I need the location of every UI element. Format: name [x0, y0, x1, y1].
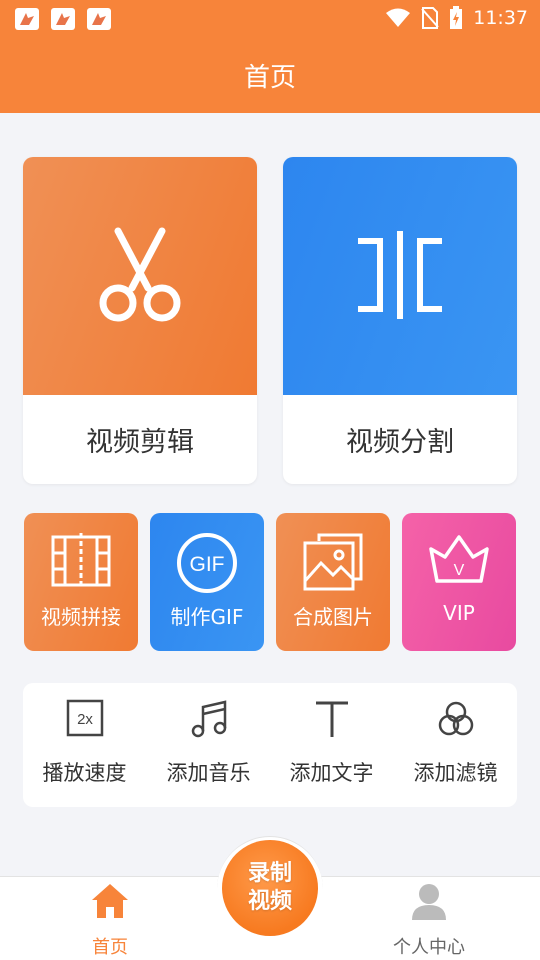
- notification-icon: [15, 8, 39, 30]
- video-splice-button[interactable]: 视频拼接: [24, 513, 138, 651]
- notification-icon: [87, 8, 111, 30]
- svg-text:2x: 2x: [77, 711, 93, 728]
- image-stack-icon: [303, 533, 363, 591]
- home-icon: [92, 884, 128, 918]
- video-split-label: 视频分割: [346, 427, 454, 458]
- no-sim-icon: [421, 7, 439, 29]
- clock: 11:37: [473, 7, 528, 29]
- scissors-icon: [99, 227, 181, 322]
- gif-icon: GIF: [177, 533, 237, 593]
- add-text-button[interactable]: 添加文字: [270, 683, 393, 807]
- video-splice-label: 视频拼接: [41, 605, 121, 629]
- tab-home[interactable]: 首页: [45, 877, 175, 960]
- user-icon: [412, 884, 446, 920]
- filter-icon: [438, 701, 473, 736]
- add-filter-button[interactable]: 添加滤镜: [394, 683, 517, 807]
- video-split-card-art: [283, 157, 517, 395]
- page-title: 首页: [243, 63, 296, 93]
- svg-text:V: V: [454, 562, 465, 579]
- add-music-button[interactable]: 添加音乐: [147, 683, 270, 807]
- tab-profile-label: 个人中心: [393, 937, 465, 958]
- compose-image-button[interactable]: 合成图片: [276, 513, 390, 651]
- add-filter-label: 添加滤镜: [413, 761, 498, 785]
- music-note-icon: [191, 700, 226, 738]
- playback-speed-label: 播放速度: [42, 761, 127, 785]
- add-text-label: 添加文字: [289, 761, 374, 785]
- speed-icon: 2x: [66, 699, 103, 737]
- wifi-icon: [386, 8, 411, 27]
- tools-panel: 2x 播放速度 添加音乐 添加文字 添加滤镜: [23, 683, 517, 807]
- video-edit-card[interactable]: 视频剪辑: [23, 157, 257, 484]
- vip-button[interactable]: V VIP: [402, 513, 516, 651]
- record-video-button[interactable]: 录制 视频: [222, 840, 318, 936]
- status-bar: 11:37: [0, 0, 540, 38]
- record-label-line2: 视频: [247, 889, 292, 914]
- vip-label: VIP: [443, 601, 475, 625]
- tab-profile[interactable]: 个人中心: [364, 877, 494, 960]
- record-label-line1: 录制: [247, 861, 292, 886]
- text-icon: [315, 701, 348, 737]
- battery-charging-icon: [450, 6, 463, 29]
- add-music-label: 添加音乐: [166, 761, 251, 785]
- film-splice-icon: [51, 533, 111, 589]
- compose-image-label: 合成图片: [293, 605, 373, 629]
- tab-home-label: 首页: [92, 937, 128, 958]
- video-edit-label: 视频剪辑: [86, 427, 194, 458]
- make-gif-label: 制作GIF: [170, 605, 244, 629]
- video-edit-card-art: [23, 157, 257, 395]
- app-bar: 首页: [0, 38, 540, 113]
- notification-icon: [51, 8, 75, 30]
- make-gif-button[interactable]: GIF 制作GIF: [150, 513, 264, 651]
- crown-icon: V: [429, 535, 489, 583]
- split-icon: [358, 231, 442, 319]
- video-split-card[interactable]: 视频分割: [283, 157, 517, 484]
- playback-speed-button[interactable]: 2x 播放速度: [23, 683, 146, 807]
- svg-text:GIF: GIF: [190, 553, 225, 576]
